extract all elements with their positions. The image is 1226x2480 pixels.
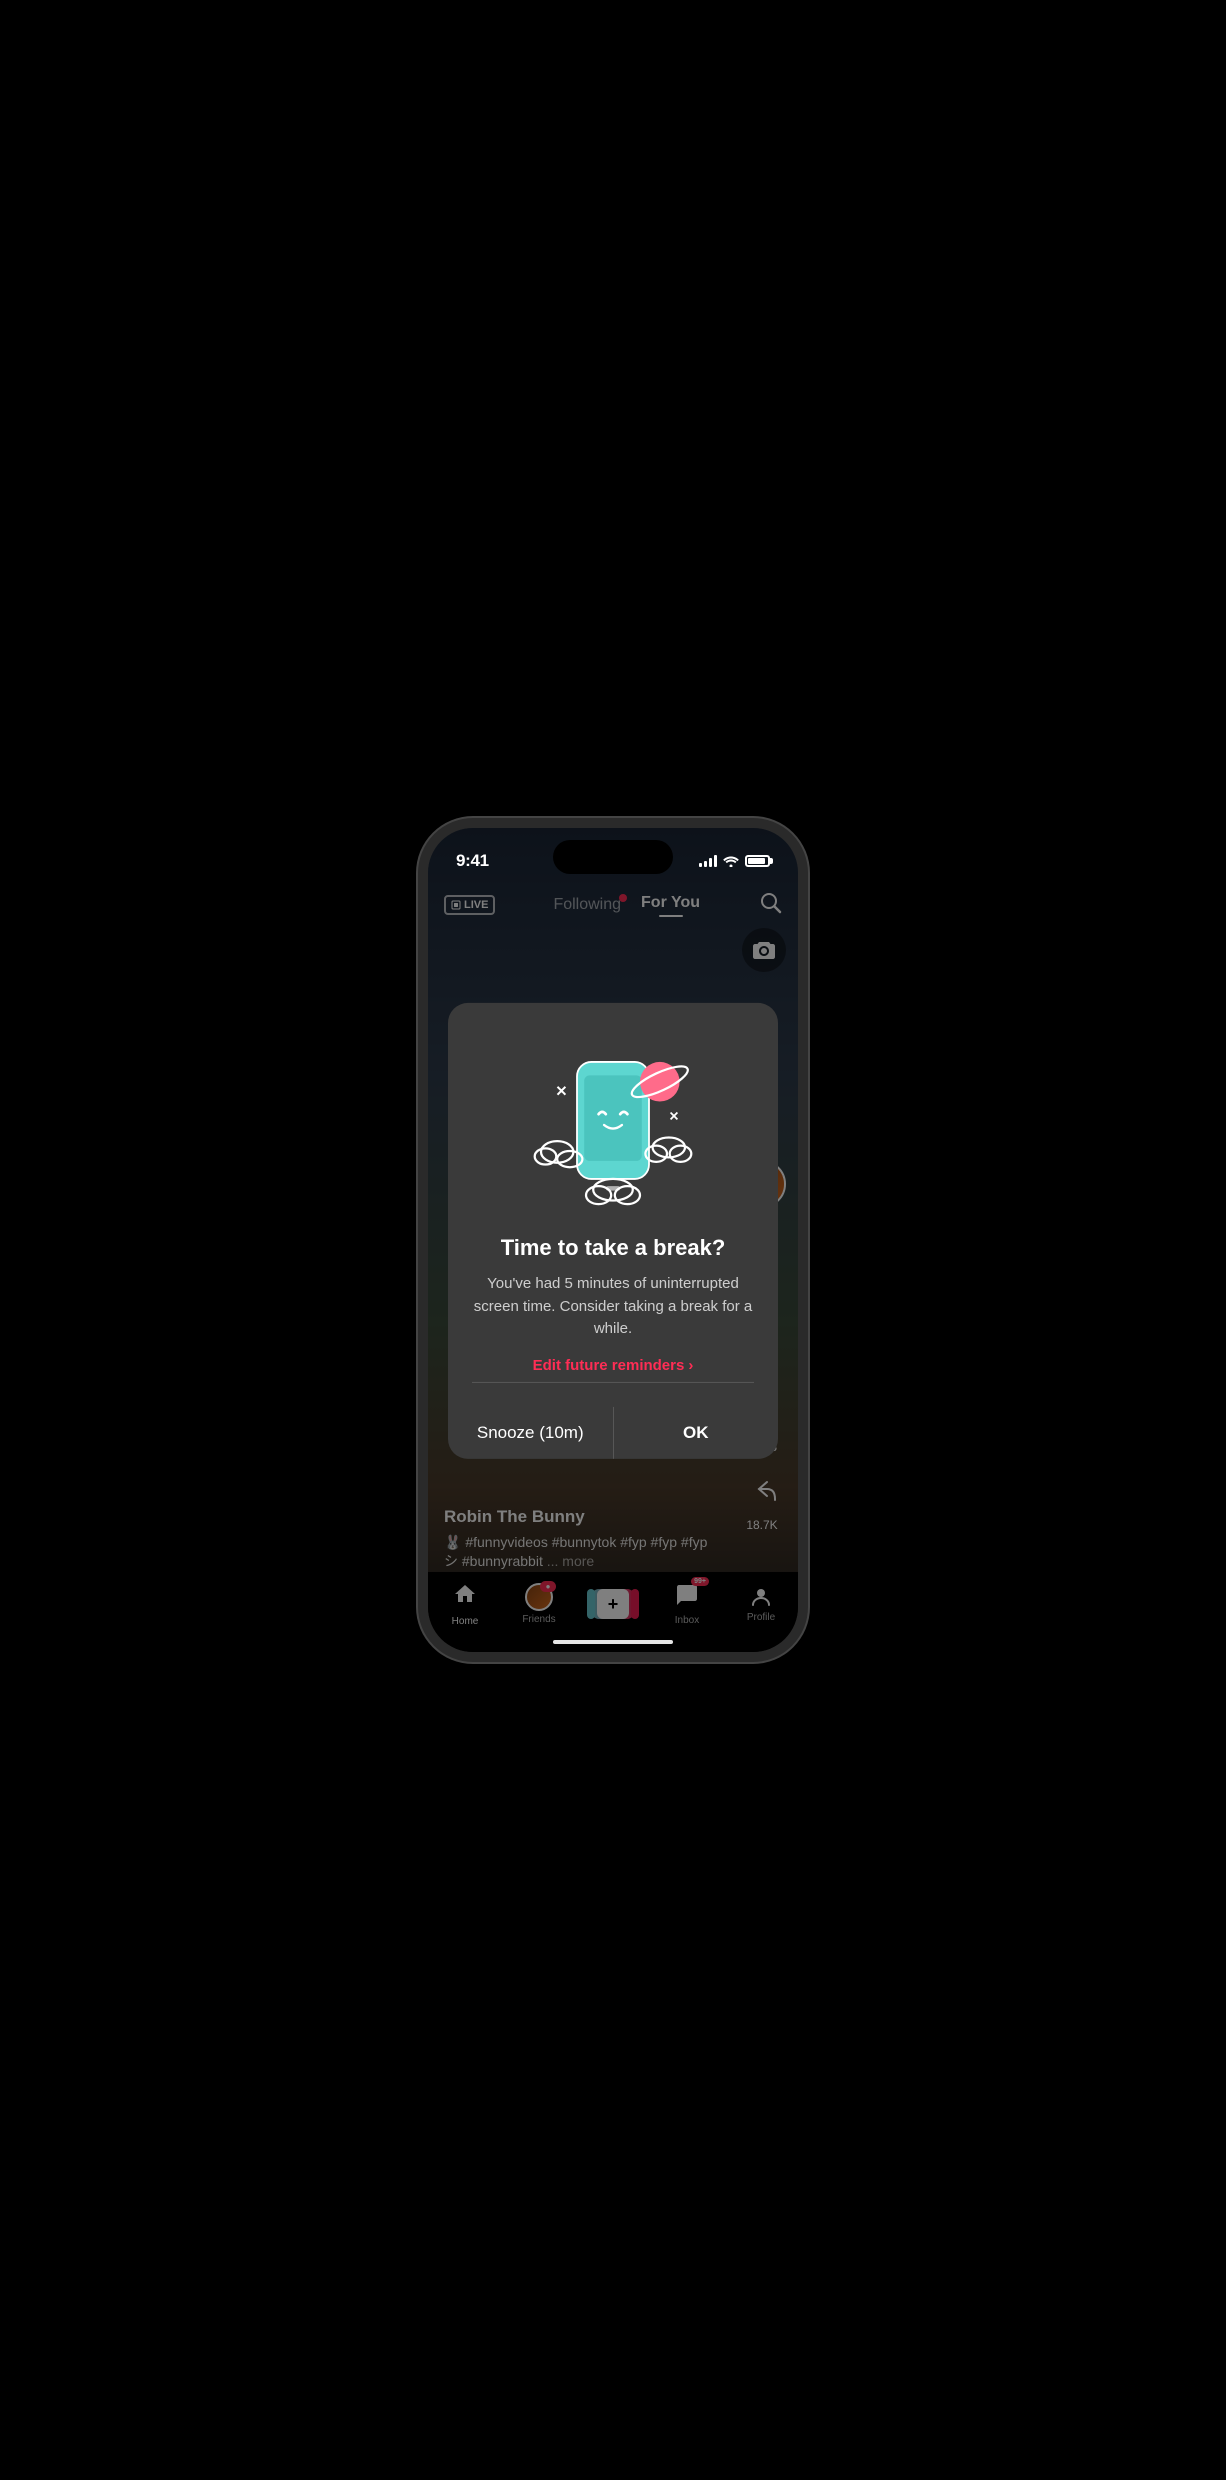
modal-actions: Snooze (10m) OK <box>448 1407 778 1459</box>
break-reminder-modal: ✕ ✕ Time to take a break? You've had 5 m… <box>448 1003 778 1459</box>
modal-description: You've had 5 minutes of uninterrupted sc… <box>472 1273 754 1341</box>
status-time: 9:41 <box>456 851 489 871</box>
snooze-button[interactable]: Snooze (10m) <box>448 1407 613 1459</box>
phone-frame: 9:41 LIVE <box>418 818 808 1662</box>
battery-icon <box>745 855 770 867</box>
phone-illustration: ✕ ✕ <box>523 1035 703 1215</box>
edit-reminders-link[interactable]: Edit future reminders › <box>533 1357 694 1374</box>
modal-body: ✕ ✕ Time to take a break? You've had 5 m… <box>448 1003 778 1407</box>
signal-icon <box>699 855 717 867</box>
status-icons <box>699 855 770 867</box>
modal-divider <box>472 1382 754 1383</box>
modal-title: Time to take a break? <box>501 1235 726 1261</box>
svg-text:✕: ✕ <box>669 1109 680 1123</box>
ok-button[interactable]: OK <box>614 1407 779 1459</box>
wifi-icon <box>723 855 739 867</box>
dynamic-island <box>553 840 673 874</box>
home-indicator <box>553 1640 673 1644</box>
svg-text:✕: ✕ <box>555 1084 567 1100</box>
